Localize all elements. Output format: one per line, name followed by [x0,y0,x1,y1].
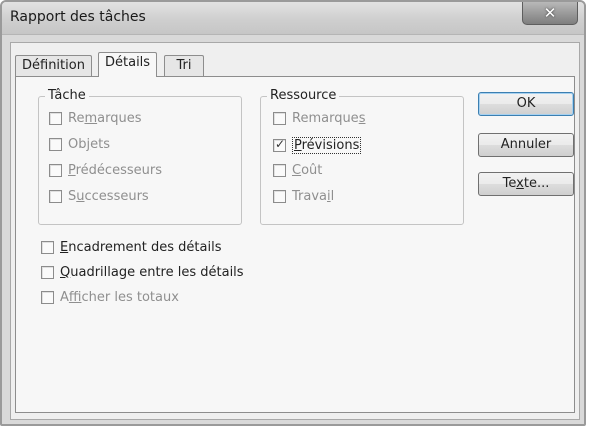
task-predecessors-checkbox[interactable]: Prédécesseurs [49,163,162,178]
resource-forecasts-checkbox[interactable]: Prévisions [273,137,362,154]
tab-label: Définition [22,58,85,73]
tab-label: Tri [176,58,192,73]
checkbox-box[interactable] [49,190,62,203]
checkbox-label: Travail [292,189,335,204]
close-icon: ✕ [543,4,557,22]
tab-label: Détails [105,55,151,70]
checkbox-box[interactable] [49,164,62,177]
checkbox-label: Coût [292,163,323,178]
task-group-legend: Tâche [45,88,89,103]
checkbox-box[interactable] [273,112,286,125]
checkbox-box[interactable] [273,164,286,177]
close-button[interactable]: ✕ [522,2,578,25]
task-group: Tâche Remarques Objets Prédécesseurs Suc… [38,88,242,225]
checkbox-box[interactable] [49,138,62,151]
detail-gridlines-checkbox[interactable]: Quadrillage entre les détails [41,265,244,280]
cancel-button[interactable]: Annuler [478,133,574,157]
checkbox-box[interactable] [41,266,54,279]
checkbox-box[interactable] [49,112,62,125]
checkbox-box[interactable] [41,291,54,304]
show-totals-checkbox[interactable]: Afficher les totaux [41,290,179,305]
checkbox-box[interactable] [41,241,54,254]
resource-group-legend: Ressource [267,88,340,103]
checkbox-box[interactable] [273,137,286,152]
checkbox-label: Objets [68,137,110,152]
ok-button[interactable]: OK [478,92,574,116]
tab-definition[interactable]: Définition [15,55,92,76]
task-objects-checkbox[interactable]: Objets [49,137,110,152]
task-remarks-checkbox[interactable]: Remarques [49,111,141,126]
checkbox-label: Prévisions [292,137,362,154]
checkbox-label: Encadrement des détails [60,240,222,255]
text-button[interactable]: Texte... [478,172,574,196]
detail-borders-checkbox[interactable]: Encadrement des détails [41,240,221,255]
dialog-window: Rapport des tâches ✕ Définition Détails … [0,0,586,426]
resource-remarks-checkbox[interactable]: Remarques [273,111,365,126]
resource-group: Ressource Remarques Prévisions Coût Trav… [260,88,464,225]
checkbox-label: Prédécesseurs [68,163,162,178]
details-panel: Tâche Remarques Objets Prédécesseurs Suc… [15,76,575,413]
checkbox-label: Remarques [68,111,142,126]
title-bar[interactable]: Rapport des tâches ✕ [2,2,584,35]
tab-details[interactable]: Détails [98,52,158,77]
dialog-client-area: Définition Détails Tri Tâche Remarques O… [10,42,580,420]
checkbox-box[interactable] [273,190,286,203]
task-successors-checkbox[interactable]: Successeurs [49,189,149,204]
window-title: Rapport des tâches [10,9,146,25]
checkbox-label: Afficher les totaux [60,290,179,305]
checkbox-label: Quadrillage entre les détails [60,265,244,280]
checkbox-label: Remarques [292,111,366,126]
resource-cost-checkbox[interactable]: Coût [273,163,322,178]
checkbox-label: Successeurs [68,189,149,204]
resource-work-checkbox[interactable]: Travail [273,189,334,204]
tab-tri[interactable]: Tri [164,55,204,76]
